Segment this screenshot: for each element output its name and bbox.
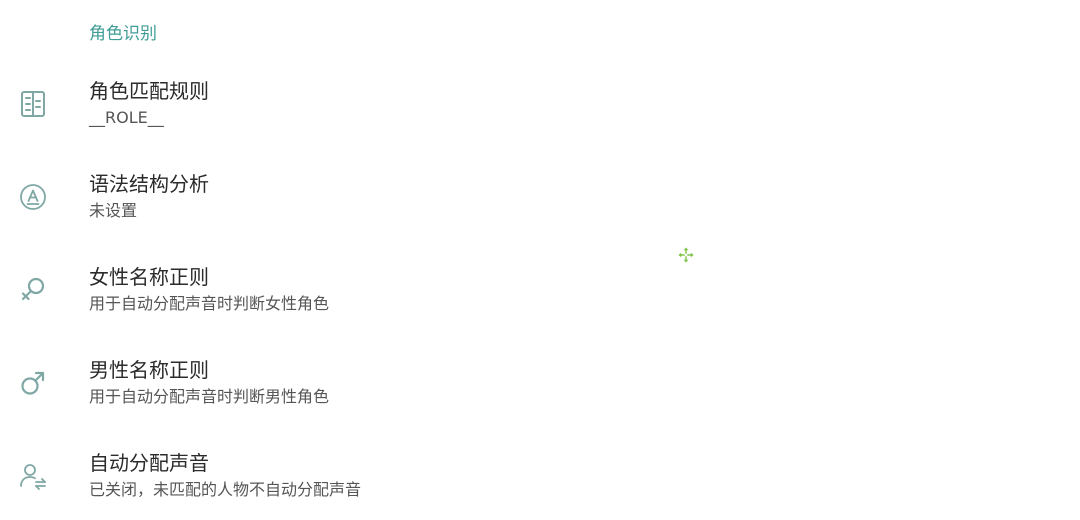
female-symbol-icon: [17, 274, 49, 306]
pref-summary: 已关闭，未匹配的人物不自动分配声音: [89, 480, 362, 499]
pref-summary: 用于自动分配声音时判断女性角色: [89, 294, 330, 313]
pref-title: 男性名称正则: [89, 358, 209, 382]
rule-list-icon: [17, 88, 49, 120]
move-cursor-icon: [677, 246, 695, 264]
pref-title: 语法结构分析: [89, 172, 209, 196]
pref-title: 自动分配声音: [89, 451, 209, 475]
person-voice-icon: [17, 460, 49, 492]
pref-summary: __ROLE__: [89, 108, 164, 127]
male-symbol-icon: [17, 367, 49, 399]
section-header: 角色识别: [89, 24, 157, 44]
pref-summary: 未设置: [89, 201, 138, 220]
pref-item-female-name-regex[interactable]: 女性名称正则 用于自动分配声音时判断女性角色: [0, 264, 1080, 334]
pref-summary: 用于自动分配声音时判断男性角色: [89, 387, 330, 406]
pref-title: 角色匹配规则: [89, 79, 209, 103]
grammar-a-icon: [17, 181, 49, 213]
pref-item-grammar-analysis[interactable]: 语法结构分析 未设置: [0, 171, 1080, 241]
pref-item-role-match-rule[interactable]: 角色匹配规则 __ROLE__: [0, 78, 1080, 148]
pref-title: 女性名称正则: [89, 265, 209, 289]
pref-item-male-name-regex[interactable]: 男性名称正则 用于自动分配声音时判断男性角色: [0, 357, 1080, 427]
pref-item-auto-assign-voice[interactable]: 自动分配声音 已关闭，未匹配的人物不自动分配声音: [0, 450, 1080, 520]
